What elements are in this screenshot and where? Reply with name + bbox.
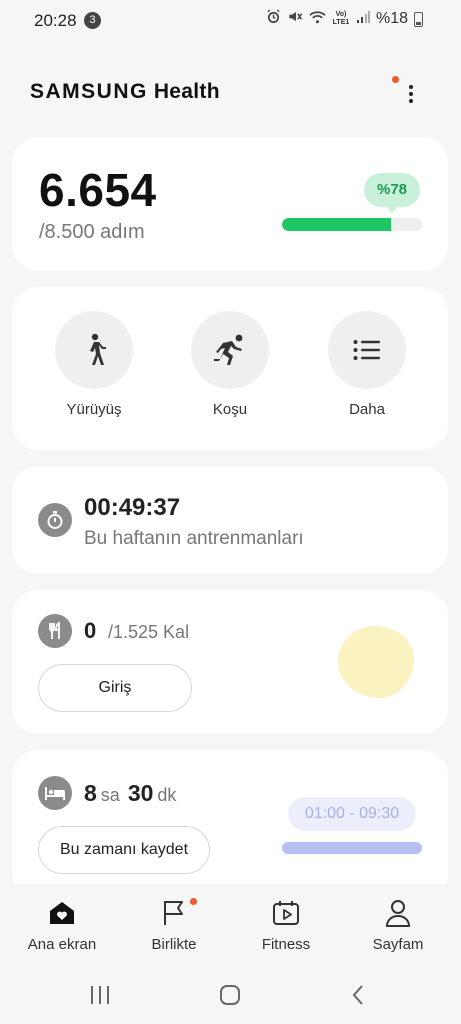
wifi-icon xyxy=(309,10,326,29)
food-card[interactable]: 0 /1.525 Kal Giriş xyxy=(12,590,448,734)
app-title: SAMSUNG Health xyxy=(30,80,441,104)
nav-fitness[interactable]: Fitness xyxy=(236,898,336,953)
steps-progress-fill xyxy=(282,218,392,231)
run-icon xyxy=(191,311,269,389)
walk-icon xyxy=(55,311,133,389)
sleep-hours: 8 xyxy=(84,780,97,806)
exercise-time: 00:49:37 xyxy=(84,494,181,521)
battery-icon xyxy=(414,11,423,27)
home-icon xyxy=(12,898,112,928)
steps-goal: /8.500 adım xyxy=(39,221,145,243)
nav-profile[interactable]: Sayfam xyxy=(348,898,448,953)
mute-icon xyxy=(287,9,303,29)
bed-icon xyxy=(38,776,72,810)
nav-together-label: Birlikte xyxy=(151,936,197,953)
calories-goal: /1.525 Kal xyxy=(108,622,190,642)
sleep-hours-unit: sa xyxy=(100,785,120,805)
nav-home-label: Ana ekran xyxy=(27,936,97,953)
battery-percent: %18 xyxy=(375,10,408,27)
food-illustration xyxy=(338,626,414,698)
signal-icon xyxy=(356,10,370,29)
sleep-time-range: 01:00 - 09:30 xyxy=(288,797,416,831)
nav-fitness-label: Fitness xyxy=(261,936,311,953)
bottom-navigation: Ana ekran Birlikte Fitness Sayfam xyxy=(0,884,461,968)
home-button[interactable] xyxy=(210,980,250,1010)
person-icon xyxy=(348,898,448,928)
together-notification-dot xyxy=(190,898,197,905)
app-name: Health xyxy=(153,80,220,103)
walk-label: Yürüyüş xyxy=(66,401,122,418)
workout-more-button[interactable]: Daha xyxy=(327,311,407,418)
back-button[interactable] xyxy=(338,980,378,1010)
workout-walk-button[interactable]: Yürüyüş xyxy=(54,311,134,418)
more-dots-icon xyxy=(409,85,413,89)
run-label: Koşu xyxy=(212,401,248,418)
nav-together[interactable]: Birlikte xyxy=(124,898,224,953)
flag-icon xyxy=(124,898,224,928)
sleep-bar xyxy=(282,842,422,854)
alarm-icon xyxy=(266,9,281,29)
steps-count: 6.654 xyxy=(39,164,157,216)
app-header: SAMSUNG Health xyxy=(30,76,441,112)
stopwatch-icon xyxy=(38,503,72,537)
status-icons: Vo) LTE1 %18 xyxy=(266,9,423,29)
sleep-minutes-unit: dk xyxy=(157,785,177,805)
status-time: 20:28 xyxy=(34,11,77,30)
exercise-subtitle: Bu haftanın antrenmanları xyxy=(84,528,304,549)
steps-progress-bar xyxy=(282,218,422,231)
fitness-icon xyxy=(236,898,336,928)
network-label: Vo) LTE1 xyxy=(332,11,350,26)
status-bar: 20:28 3 Vo) LTE1 %18 xyxy=(0,0,461,42)
notification-dot xyxy=(392,76,399,83)
sleep-minutes: 30 xyxy=(127,780,154,806)
recent-apps-button[interactable] xyxy=(80,980,120,1010)
fork-knife-icon xyxy=(38,614,72,648)
nav-profile-label: Sayfam xyxy=(372,936,424,953)
notification-count-badge: 3 xyxy=(84,12,101,29)
more-options-button[interactable] xyxy=(392,76,421,110)
workout-run-button[interactable]: Koşu xyxy=(190,311,270,418)
exercise-card[interactable]: 00:49:37 Bu haftanın antrenmanları xyxy=(12,466,448,574)
list-icon xyxy=(328,311,406,389)
steps-percent-badge: %78 xyxy=(364,173,420,213)
nav-home[interactable]: Ana ekran xyxy=(12,898,112,953)
calories-value: 0 xyxy=(84,618,97,643)
food-log-button[interactable]: Giriş xyxy=(38,664,192,712)
sleep-card[interactable]: 8 sa 30 dk Bu zamanı kaydet 01:00 - 09:30 xyxy=(12,750,448,900)
more-label: Daha xyxy=(349,401,385,418)
save-sleep-time-button[interactable]: Bu zamanı kaydet xyxy=(38,826,210,874)
steps-card[interactable]: 6.654 /8.500 adım %78 xyxy=(12,137,448,271)
system-navigation-bar xyxy=(0,968,461,1024)
brand-name: SAMSUNG xyxy=(30,80,148,103)
workout-shortcuts-card: Yürüyüş Koşu Daha xyxy=(12,287,448,450)
sleep-duration: 8 sa 30 dk xyxy=(84,780,184,807)
